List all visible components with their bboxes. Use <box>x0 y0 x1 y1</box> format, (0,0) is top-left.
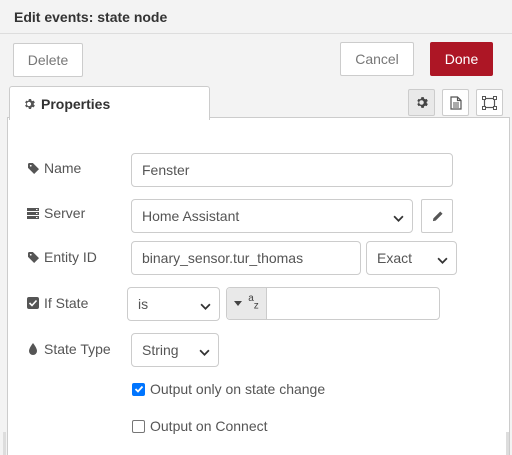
entity-id-input[interactable]: binary_sensor.tur_thomas <box>131 241 361 275</box>
chevron-down-icon <box>437 253 448 269</box>
pencil-icon <box>432 210 443 222</box>
output-on-connect-checkbox[interactable] <box>132 419 145 433</box>
output-only-on-state-change-row: Output only on state change <box>132 381 325 397</box>
output-on-connect-row: Output on Connect <box>132 418 268 434</box>
tray-header: Edit events: state node <box>0 0 512 34</box>
state-type-label: State Type <box>27 341 111 357</box>
if-state-label: If State <box>27 295 88 311</box>
type-select-button[interactable]: az <box>227 288 267 319</box>
cancel-button[interactable]: Cancel <box>340 42 414 76</box>
server-select[interactable]: Home Assistant <box>131 199 413 233</box>
server-label: Server <box>27 205 85 221</box>
gear-icon <box>23 98 35 110</box>
file-text-icon <box>449 95 462 110</box>
tab-properties[interactable]: Properties <box>9 86 210 120</box>
output-only-on-state-change-label[interactable]: Output only on state change <box>150 381 325 397</box>
tint-icon <box>27 343 39 355</box>
gear-icon <box>415 96 428 109</box>
if-state-operator-select[interactable]: is <box>127 287 220 321</box>
output-only-on-state-change-checkbox[interactable] <box>132 382 145 396</box>
server-icon <box>27 207 39 219</box>
tabs-row: Properties <box>0 84 512 120</box>
string-type-icon: az <box>248 292 259 312</box>
if-state-value-input[interactable]: az <box>226 287 440 320</box>
state-type-select[interactable]: String <box>131 333 219 367</box>
tray-title: Edit events: state node <box>14 9 168 25</box>
name-input[interactable]: Fenster <box>131 153 453 187</box>
entity-id-label: Entity ID <box>27 249 97 265</box>
entity-id-match-select[interactable]: Exact <box>366 241 457 275</box>
edit-server-button[interactable] <box>421 199 453 233</box>
tray-toolbar: Delete Cancel Done <box>0 34 512 84</box>
tab-properties-label: Properties <box>41 95 111 112</box>
caret-down-icon <box>234 301 243 306</box>
resize-handle-left <box>3 432 6 455</box>
done-button[interactable]: Done <box>430 42 493 76</box>
checkbox-checked-icon <box>27 297 39 309</box>
resize-handle-right <box>506 432 509 455</box>
delete-button[interactable]: Delete <box>13 43 83 77</box>
node-appearance-icon <box>482 95 497 110</box>
chevron-down-icon <box>393 211 404 227</box>
output-on-connect-label[interactable]: Output on Connect <box>150 418 268 434</box>
tag-icon <box>27 251 39 263</box>
tab-appearance[interactable] <box>476 89 503 116</box>
tag-icon <box>27 162 39 174</box>
name-label: Name <box>27 160 81 176</box>
chevron-down-icon <box>199 345 210 361</box>
tab-description[interactable] <box>442 89 469 116</box>
chevron-down-icon <box>200 299 211 315</box>
tab-settings[interactable] <box>408 89 435 116</box>
